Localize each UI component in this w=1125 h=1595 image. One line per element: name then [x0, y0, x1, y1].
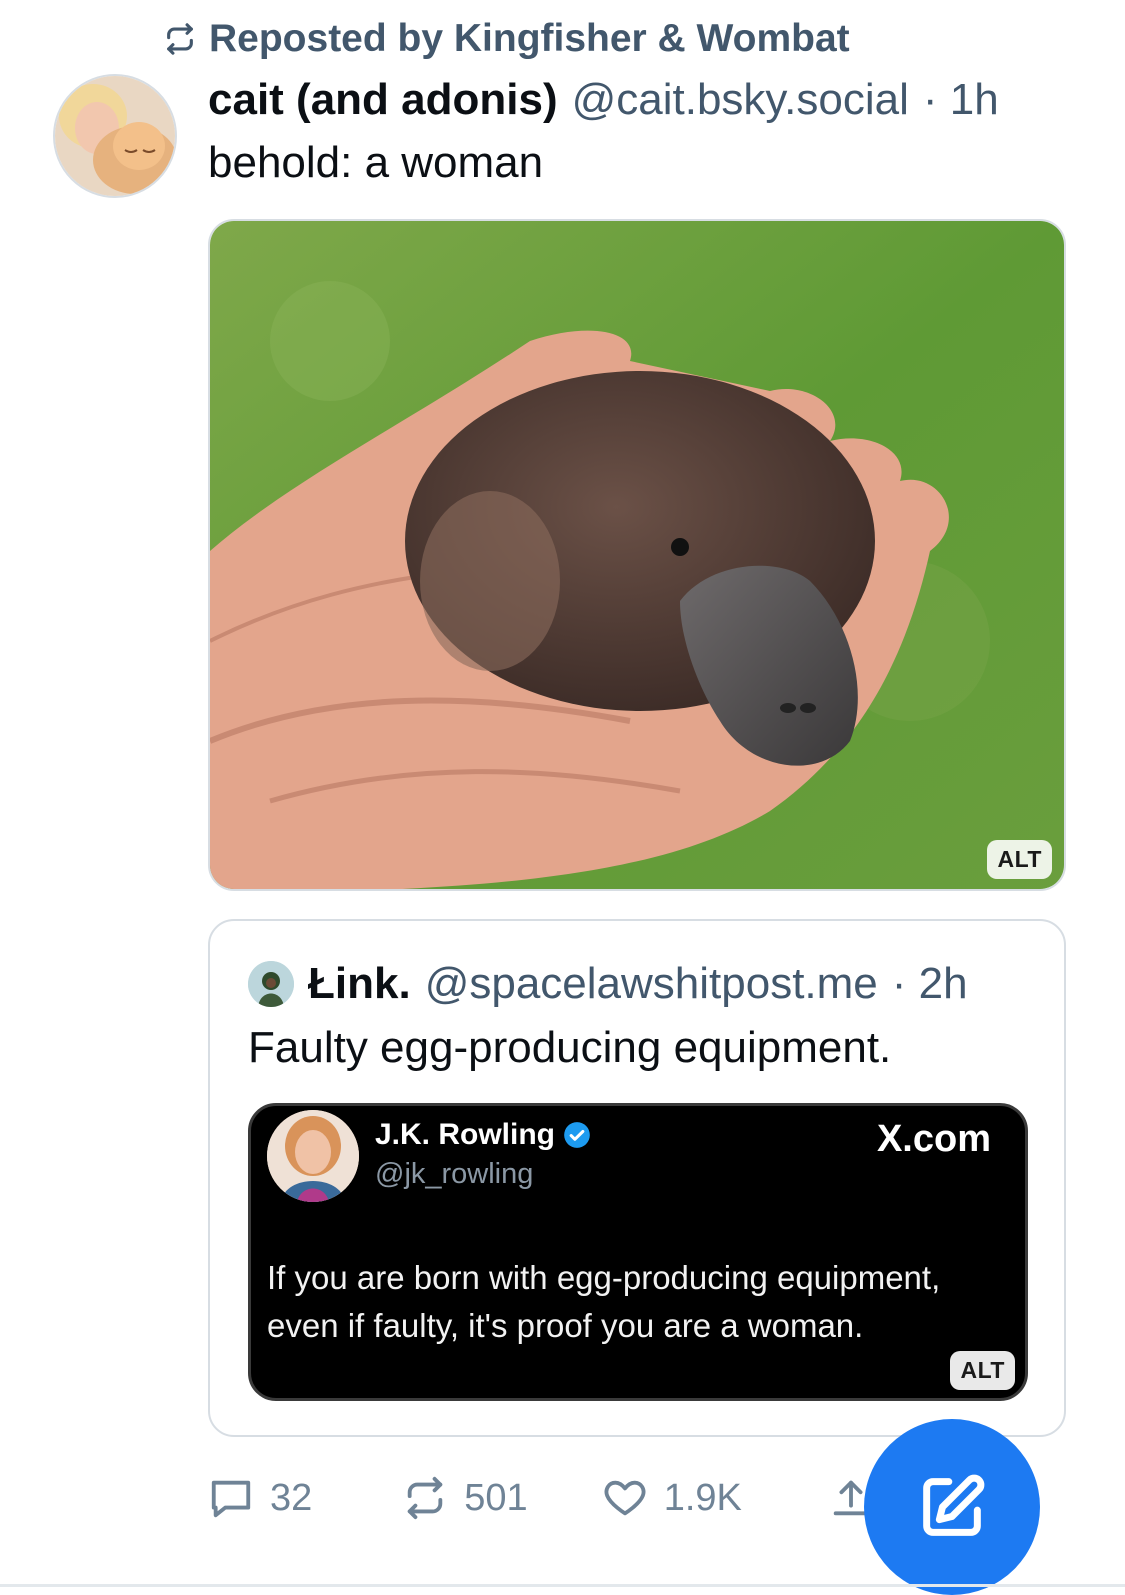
repost-icon	[408, 1476, 443, 1520]
repost-icon	[167, 23, 193, 55]
repost-count: 501	[464, 1476, 528, 1519]
post-actions: 32 501 1.9K	[208, 1470, 874, 1526]
reply-count: 32	[270, 1476, 313, 1519]
compose-icon	[923, 1474, 985, 1536]
post-header: cait (and adonis) @cait.bsky.social · 1h	[208, 70, 999, 130]
reply-button[interactable]: 32	[208, 1475, 312, 1521]
heart-icon	[604, 1480, 646, 1516]
like-button[interactable]: 1.9K	[602, 1475, 742, 1521]
quote-text: Faulty egg-producing equipment.	[248, 1023, 892, 1072]
repost-attribution[interactable]: Reposted by Kingfisher & Wombat	[163, 14, 850, 64]
embed-alt-badge[interactable]: ALT	[950, 1351, 1015, 1390]
author-name[interactable]: cait (and adonis)	[208, 75, 558, 125]
image-alt-badge[interactable]: ALT	[987, 840, 1052, 879]
like-count: 1.9K	[663, 1476, 742, 1519]
quote-header: Łink. @spacelawshitpost.me · 2h	[248, 957, 968, 1011]
embed-author-name: J.K. Rowling	[375, 1118, 555, 1151]
quote-author-avatar[interactable]	[248, 961, 294, 1007]
compose-button[interactable]	[864, 1419, 1040, 1595]
verified-badge-icon	[564, 1122, 590, 1148]
post-text: behold: a woman	[208, 138, 544, 187]
repost-text: Reposted by Kingfisher & Wombat	[209, 17, 850, 60]
post-time[interactable]: · 1h	[923, 75, 999, 125]
quote-embedded-image[interactable]: J.K. Rowling @jk_rowling X.com If you ar…	[248, 1103, 1028, 1401]
embed-author-avatar	[267, 1110, 359, 1202]
author-handle[interactable]: @cait.bsky.social	[572, 75, 909, 125]
post-image[interactable]: ALT	[208, 219, 1066, 891]
quote-author-handle[interactable]: @spacelawshitpost.me	[425, 959, 878, 1009]
reply-icon	[211, 1480, 251, 1518]
embed-author-name-row: J.K. Rowling	[375, 1118, 591, 1152]
quote-time[interactable]: · 2h	[892, 959, 968, 1009]
author-avatar[interactable]	[53, 74, 177, 198]
embed-brand-label: X.com	[876, 1118, 991, 1160]
embed-text: If you are born with egg-producing equip…	[267, 1259, 941, 1344]
quote-post[interactable]: Łink. @spacelawshitpost.me · 2h Faulty e…	[208, 919, 1066, 1437]
repost-button[interactable]: 501	[402, 1475, 528, 1521]
quote-author-name[interactable]: Łink.	[308, 959, 411, 1009]
embed-author-handle: @jk_rowling	[375, 1158, 534, 1190]
